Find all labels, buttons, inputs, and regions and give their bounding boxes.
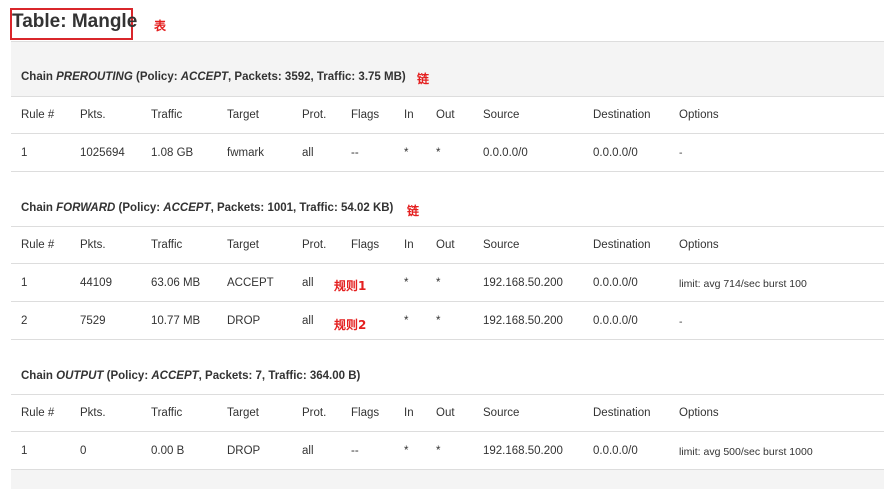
col-header-flags: Flags	[351, 407, 380, 419]
col-header-traffic: Traffic	[151, 239, 183, 251]
row-divider	[11, 394, 884, 395]
cell-target: fwmark	[227, 147, 265, 159]
col-header-destination: Destination	[593, 109, 651, 121]
cell-rule: 1	[21, 147, 28, 159]
cell-out: *	[436, 445, 441, 457]
col-header-target: Target	[227, 239, 259, 251]
row-divider	[11, 263, 884, 264]
col-header-out: Out	[436, 109, 455, 121]
rule-annotation: 规则1	[334, 279, 367, 293]
cell-target: DROP	[227, 315, 261, 327]
row-divider	[11, 226, 884, 227]
cell-rule: 1	[21, 445, 28, 457]
col-header-flags: Flags	[351, 239, 380, 251]
col-header-traffic: Traffic	[151, 109, 183, 121]
chain-annotation: 链	[417, 72, 430, 86]
cell-target: ACCEPT	[227, 277, 274, 289]
row-divider	[11, 301, 884, 302]
cell-prot: all	[302, 315, 314, 327]
col-header-traffic: Traffic	[151, 407, 183, 419]
cell-destination: 0.0.0.0/0	[593, 445, 638, 457]
cell-source: 192.168.50.200	[483, 277, 563, 289]
cell-target: DROP	[227, 445, 261, 457]
col-header-options: Options	[679, 407, 719, 419]
cell-traffic: 10.77 MB	[151, 315, 201, 327]
cell-options: -	[679, 316, 683, 328]
cell-pkts: 1025694	[80, 147, 125, 159]
col-header-prot: Prot.	[302, 109, 327, 121]
cell-destination: 0.0.0.0/0	[593, 277, 638, 289]
cell-out: *	[436, 315, 441, 327]
cell-in: *	[404, 445, 409, 457]
col-header-flags: Flags	[351, 109, 380, 121]
cell-flags: --	[351, 445, 359, 457]
col-header-options: Options	[679, 109, 719, 121]
title-annotation: 表	[154, 19, 167, 33]
row-divider	[11, 431, 884, 432]
cell-pkts: 0	[80, 445, 87, 457]
cell-source: 192.168.50.200	[483, 315, 563, 327]
cell-options: limit: avg 500/sec burst 1000	[679, 446, 813, 458]
col-header-source: Source	[483, 109, 520, 121]
col-header-out: Out	[436, 407, 455, 419]
rule-annotation: 规则2	[334, 318, 367, 332]
cell-prot: all	[302, 445, 314, 457]
cell-options: limit: avg 714/sec burst 100	[679, 278, 807, 290]
chain-title-output: Chain OUTPUT (Policy: ACCEPT, Packets: 7…	[21, 370, 361, 382]
cell-in: *	[404, 315, 409, 327]
col-header-rule: Rule #	[21, 239, 55, 251]
cell-options: -	[679, 147, 683, 159]
cell-destination: 0.0.0.0/0	[593, 315, 638, 327]
col-header-destination: Destination	[593, 239, 651, 251]
cell-source: 0.0.0.0/0	[483, 147, 528, 159]
col-header-in: In	[404, 407, 414, 419]
table-footer-band	[11, 470, 884, 489]
cell-destination: 0.0.0.0/0	[593, 147, 638, 159]
row-divider	[11, 96, 884, 97]
cell-traffic: 1.08 GB	[151, 147, 194, 159]
col-header-options: Options	[679, 239, 719, 251]
cell-traffic: 63.06 MB	[151, 277, 201, 289]
row-divider	[11, 339, 884, 340]
cell-rule: 1	[21, 277, 28, 289]
col-header-prot: Prot.	[302, 239, 327, 251]
row-divider	[11, 133, 884, 134]
col-header-pkts: Pkts.	[80, 407, 106, 419]
col-header-source: Source	[483, 239, 520, 251]
chain-header-band	[11, 42, 884, 96]
cell-prot: all	[302, 147, 314, 159]
col-header-source: Source	[483, 407, 520, 419]
col-header-rule: Rule #	[21, 109, 55, 121]
cell-rule: 2	[21, 315, 28, 327]
cell-traffic: 0.00 B	[151, 445, 185, 457]
cell-source: 192.168.50.200	[483, 445, 563, 457]
col-header-out: Out	[436, 239, 455, 251]
cell-prot: all	[302, 277, 314, 289]
cell-flags: --	[351, 147, 359, 159]
col-header-target: Target	[227, 407, 259, 419]
col-header-prot: Prot.	[302, 407, 327, 419]
cell-pkts: 7529	[80, 315, 106, 327]
col-header-target: Target	[227, 109, 259, 121]
cell-out: *	[436, 277, 441, 289]
chain-title-prerouting: Chain PREROUTING (Policy: ACCEPT, Packet…	[21, 71, 406, 83]
cell-out: *	[436, 147, 441, 159]
chain-annotation: 链	[407, 204, 420, 218]
col-header-pkts: Pkts.	[80, 239, 106, 251]
col-header-in: In	[404, 239, 414, 251]
cell-in: *	[404, 277, 409, 289]
col-header-rule: Rule #	[21, 407, 55, 419]
col-header-destination: Destination	[593, 407, 651, 419]
col-header-in: In	[404, 109, 414, 121]
row-divider	[11, 171, 884, 172]
page-title: Table: Mangle	[12, 11, 138, 32]
chain-title-forward: Chain FORWARD (Policy: ACCEPT, Packets: …	[21, 202, 394, 214]
col-header-pkts: Pkts.	[80, 109, 106, 121]
cell-in: *	[404, 147, 409, 159]
cell-pkts: 44109	[80, 277, 112, 289]
